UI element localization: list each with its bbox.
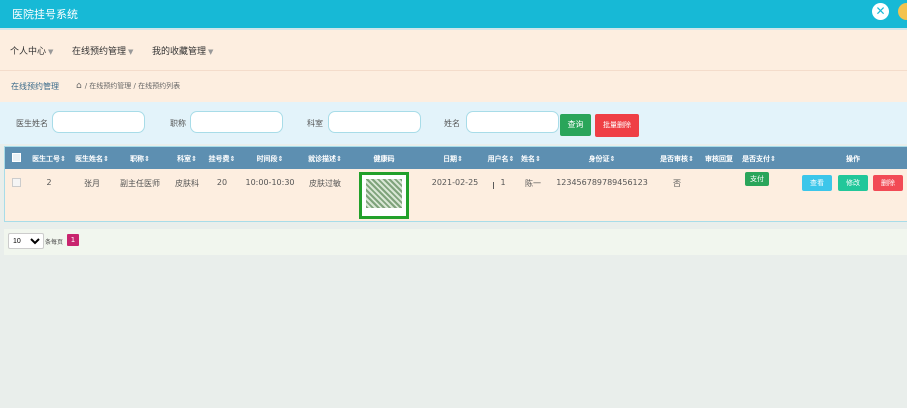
batch-delete-button[interactable]: 批量删除 [595, 114, 639, 137]
cell-title: 副主任医师 [120, 179, 160, 188]
cell-name: 陈一 [525, 179, 541, 188]
col-time-slot[interactable]: 时间段⇕ [257, 154, 284, 164]
doctor-name-label: 医生姓名 [16, 119, 48, 128]
department-input[interactable] [328, 111, 421, 133]
department-label: 科室 [307, 119, 323, 128]
app-title: 医院挂号系统 [12, 8, 78, 21]
col-doctor-id[interactable]: 医生工号⇕ [32, 154, 66, 164]
appointment-table: 医生工号⇕ 医生姓名⇕ 职称⇕ 科室⇕ 挂号费⇕ 时间段⇕ 就诊描述⇕ 健康码 … [4, 146, 907, 222]
doctor-name-input[interactable] [52, 111, 145, 133]
avatar[interactable] [898, 3, 907, 20]
title-label: 职称 [170, 119, 186, 128]
close-icon[interactable]: ✕ [872, 3, 889, 20]
page-size-select[interactable]: 10 [8, 233, 44, 249]
col-health-code: 健康码 [373, 155, 395, 163]
cell-id-card: 123456789789456123 [556, 178, 648, 187]
title-input[interactable] [190, 111, 283, 133]
text-cursor-icon: I [492, 181, 495, 192]
breadcrumb-path: ⌂ / 在线预约管理 / 在线预约列表 [76, 81, 181, 91]
cell-time-slot: 10:00-10:30 [245, 178, 295, 187]
name-input[interactable] [466, 111, 559, 133]
edit-button[interactable]: 修改 [838, 175, 868, 191]
top-bar: 医院挂号系统 ✕ [0, 0, 907, 28]
home-icon[interactable]: ⌂ [76, 81, 82, 91]
col-date[interactable]: 日期⇕ [443, 154, 463, 164]
delete-button[interactable]: 删除 [873, 175, 903, 191]
menu-bar: 个人中心 ▼ 在线预约管理 ▼ 我的收藏管理 ▼ [0, 28, 907, 70]
menu-item-appointment-management[interactable]: 在线预约管理 ▼ [72, 44, 133, 57]
chevron-down-icon: ▼ [208, 48, 214, 56]
menu-item-personal-center[interactable]: 个人中心 ▼ [10, 44, 53, 57]
chevron-down-icon: ▼ [48, 48, 54, 56]
select-all-checkbox[interactable] [12, 153, 21, 162]
breadcrumb: 在线预约管理 ⌂ / 在线预约管理 / 在线预约列表 [0, 70, 907, 102]
col-name[interactable]: 姓名⇕ [521, 154, 541, 164]
col-description[interactable]: 就诊描述⇕ [308, 154, 342, 164]
search-panel: 医生姓名 职称 科室 姓名 [0, 102, 907, 144]
cell-reviewed: 否 [673, 179, 681, 188]
name-label: 姓名 [444, 119, 460, 128]
chevron-down-icon: ▼ [128, 48, 134, 56]
table-row: 2 张月 副主任医师 皮肤科 20 10:00-10:30 皮肤过敏 2021-… [5, 169, 907, 221]
col-title[interactable]: 职称⇕ [130, 154, 150, 164]
menu-item-favorites-management[interactable]: 我的收藏管理 ▼ [152, 44, 213, 57]
col-reply: 审核回复 [705, 155, 733, 163]
page-number-button[interactable]: 1 [67, 234, 79, 246]
cell-doctor-name: 张月 [84, 179, 100, 188]
health-code-image[interactable] [359, 172, 409, 219]
col-paid[interactable]: 是否支付⇕ [742, 154, 776, 164]
col-username[interactable]: 用户名⇕ [488, 154, 515, 164]
search-button[interactable]: 查询 [560, 114, 591, 136]
view-button[interactable]: 查看 [802, 175, 832, 191]
pagination: 10 条每页 1 [4, 229, 907, 255]
col-fee[interactable]: 挂号费⇕ [209, 154, 236, 164]
cell-fee: 20 [216, 178, 228, 187]
cell-department: 皮肤科 [175, 179, 199, 188]
cell-date: 2021-02-25 [431, 178, 479, 187]
col-reviewed[interactable]: 是否审核⇕ [660, 154, 694, 164]
cell-username: 1 [500, 178, 506, 187]
cell-description: 皮肤过敏 [309, 179, 341, 188]
col-id-card[interactable]: 身份证⇕ [589, 154, 616, 164]
row-checkbox[interactable] [12, 178, 21, 187]
pay-button[interactable]: 支付 [745, 172, 769, 186]
col-doctor-name[interactable]: 医生姓名⇕ [75, 154, 109, 164]
col-actions: 操作 [846, 155, 860, 163]
page-title: 在线预约管理 [11, 82, 59, 91]
qr-code-icon [366, 179, 402, 208]
col-department[interactable]: 科室⇕ [177, 154, 197, 164]
table-header: 医生工号⇕ 医生姓名⇕ 职称⇕ 科室⇕ 挂号费⇕ 时间段⇕ 就诊描述⇕ 健康码 … [5, 147, 907, 169]
cell-doctor-id: 2 [46, 178, 52, 187]
per-page-label: 条每页 [45, 239, 64, 246]
